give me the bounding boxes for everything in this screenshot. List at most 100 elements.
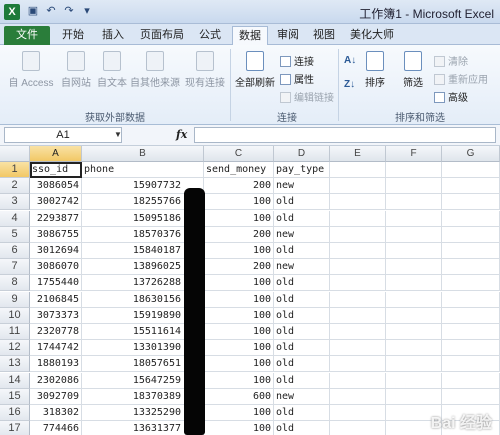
cell-c16[interactable]: 100 (204, 405, 274, 421)
cell-a17[interactable]: 774466 (30, 421, 82, 435)
cell-d13[interactable]: old (274, 356, 330, 372)
cell-a15[interactable]: 3092709 (30, 389, 82, 405)
cell-e16[interactable] (330, 405, 386, 421)
cell-a5[interactable]: 3086755 (30, 227, 82, 243)
cell-e11[interactable] (330, 324, 386, 340)
customize-icon[interactable]: ▾ (80, 4, 94, 18)
tab-formulas[interactable]: 公式 (194, 26, 226, 45)
cell-c2[interactable]: 200 (204, 178, 274, 194)
cell-d4[interactable]: old (274, 211, 330, 227)
cell-d11[interactable]: old (274, 324, 330, 340)
cell-e7[interactable] (330, 259, 386, 275)
cell-f6[interactable] (386, 243, 442, 259)
save-icon[interactable]: ▣ (26, 4, 40, 18)
cell-f12[interactable] (386, 340, 442, 356)
select-all-corner[interactable] (0, 146, 30, 162)
cell-d15[interactable]: new (274, 389, 330, 405)
cell-c17[interactable]: 100 (204, 421, 274, 435)
cell-a16[interactable]: 318302 (30, 405, 82, 421)
cell-c11[interactable]: 100 (204, 324, 274, 340)
cell-a12[interactable]: 1744742 (30, 340, 82, 356)
cell-g15[interactable] (442, 389, 500, 405)
advanced-button[interactable]: 高级 (434, 89, 468, 104)
cell-g1[interactable] (442, 162, 500, 178)
cell-e12[interactable] (330, 340, 386, 356)
row-header[interactable]: 16 (0, 405, 30, 421)
column-header-f[interactable]: F (386, 146, 442, 162)
cell-f3[interactable] (386, 194, 442, 210)
existing-connections-button[interactable]: 现有连接 (182, 51, 228, 89)
cell-g2[interactable] (442, 178, 500, 194)
row-header[interactable]: 13 (0, 356, 30, 372)
column-header-c[interactable]: C (204, 146, 274, 162)
reapply-button[interactable]: 重新应用 (434, 71, 488, 86)
cell-a7[interactable]: 3086070 (30, 259, 82, 275)
cell-c7[interactable]: 200 (204, 259, 274, 275)
row-header[interactable]: 2 (0, 178, 30, 194)
cell-e3[interactable] (330, 194, 386, 210)
row-header[interactable]: 3 (0, 194, 30, 210)
cell-a10[interactable]: 3073373 (30, 308, 82, 324)
cell-d1[interactable]: pay_type (274, 162, 330, 178)
cell-g5[interactable] (442, 227, 500, 243)
cell-a13[interactable]: 1880193 (30, 356, 82, 372)
cell-c1[interactable]: send_money (204, 162, 274, 178)
cell-e1[interactable] (330, 162, 386, 178)
cell-d17[interactable]: old (274, 421, 330, 435)
insert-function-icon[interactable]: fx (176, 128, 187, 141)
column-header-b[interactable]: B (82, 146, 204, 162)
cell-f5[interactable] (386, 227, 442, 243)
row-header[interactable]: 5 (0, 227, 30, 243)
cell-e10[interactable] (330, 308, 386, 324)
cell-d12[interactable]: old (274, 340, 330, 356)
row-header[interactable]: 7 (0, 259, 30, 275)
cell-f4[interactable] (386, 211, 442, 227)
cell-d6[interactable]: old (274, 243, 330, 259)
row-header[interactable]: 4 (0, 211, 30, 227)
cell-a3[interactable]: 3002742 (30, 194, 82, 210)
cell-c13[interactable]: 100 (204, 356, 274, 372)
from-text-button[interactable]: 自文本 (94, 51, 130, 89)
cell-e4[interactable] (330, 211, 386, 227)
cell-g3[interactable] (442, 194, 500, 210)
tab-review[interactable]: 审阅 (272, 26, 304, 45)
chevron-down-icon[interactable]: ▼ (114, 130, 122, 139)
cell-a2[interactable]: 3086054 (30, 178, 82, 194)
cell-f15[interactable] (386, 389, 442, 405)
tab-view[interactable]: 视图 (308, 26, 340, 45)
edit-links-button[interactable]: 编辑链接 (280, 89, 334, 104)
tab-data[interactable]: 数据 (232, 26, 268, 45)
cell-e8[interactable] (330, 275, 386, 291)
cell-e17[interactable] (330, 421, 386, 435)
cell-g8[interactable] (442, 275, 500, 291)
cell-d9[interactable]: old (274, 292, 330, 308)
cell-d10[interactable]: old (274, 308, 330, 324)
cell-a9[interactable]: 2106845 (30, 292, 82, 308)
row-header[interactable]: 11 (0, 324, 30, 340)
sort-button[interactable]: 排序 (362, 51, 388, 89)
row-header[interactable]: 12 (0, 340, 30, 356)
tab-beautify[interactable]: 美化大师 (346, 26, 398, 45)
cell-f2[interactable] (386, 178, 442, 194)
cell-f8[interactable] (386, 275, 442, 291)
cell-f7[interactable] (386, 259, 442, 275)
column-header-d[interactable]: D (274, 146, 330, 162)
cell-a14[interactable]: 2302086 (30, 373, 82, 389)
cell-g6[interactable] (442, 243, 500, 259)
tab-page-layout[interactable]: 页面布局 (136, 26, 188, 45)
cell-f11[interactable] (386, 324, 442, 340)
column-header-e[interactable]: E (330, 146, 386, 162)
from-access-button[interactable]: 自 Access (6, 51, 56, 89)
cell-a8[interactable]: 1755440 (30, 275, 82, 291)
formula-input[interactable] (194, 127, 496, 143)
cell-c3[interactable]: 100 (204, 194, 274, 210)
row-header[interactable]: 9 (0, 292, 30, 308)
cell-e15[interactable] (330, 389, 386, 405)
tab-home[interactable]: 开始 (56, 26, 90, 45)
cell-c5[interactable]: 200 (204, 227, 274, 243)
cell-e6[interactable] (330, 243, 386, 259)
cell-c8[interactable]: 100 (204, 275, 274, 291)
cell-g7[interactable] (442, 259, 500, 275)
cell-g14[interactable] (442, 373, 500, 389)
cell-c9[interactable]: 100 (204, 292, 274, 308)
